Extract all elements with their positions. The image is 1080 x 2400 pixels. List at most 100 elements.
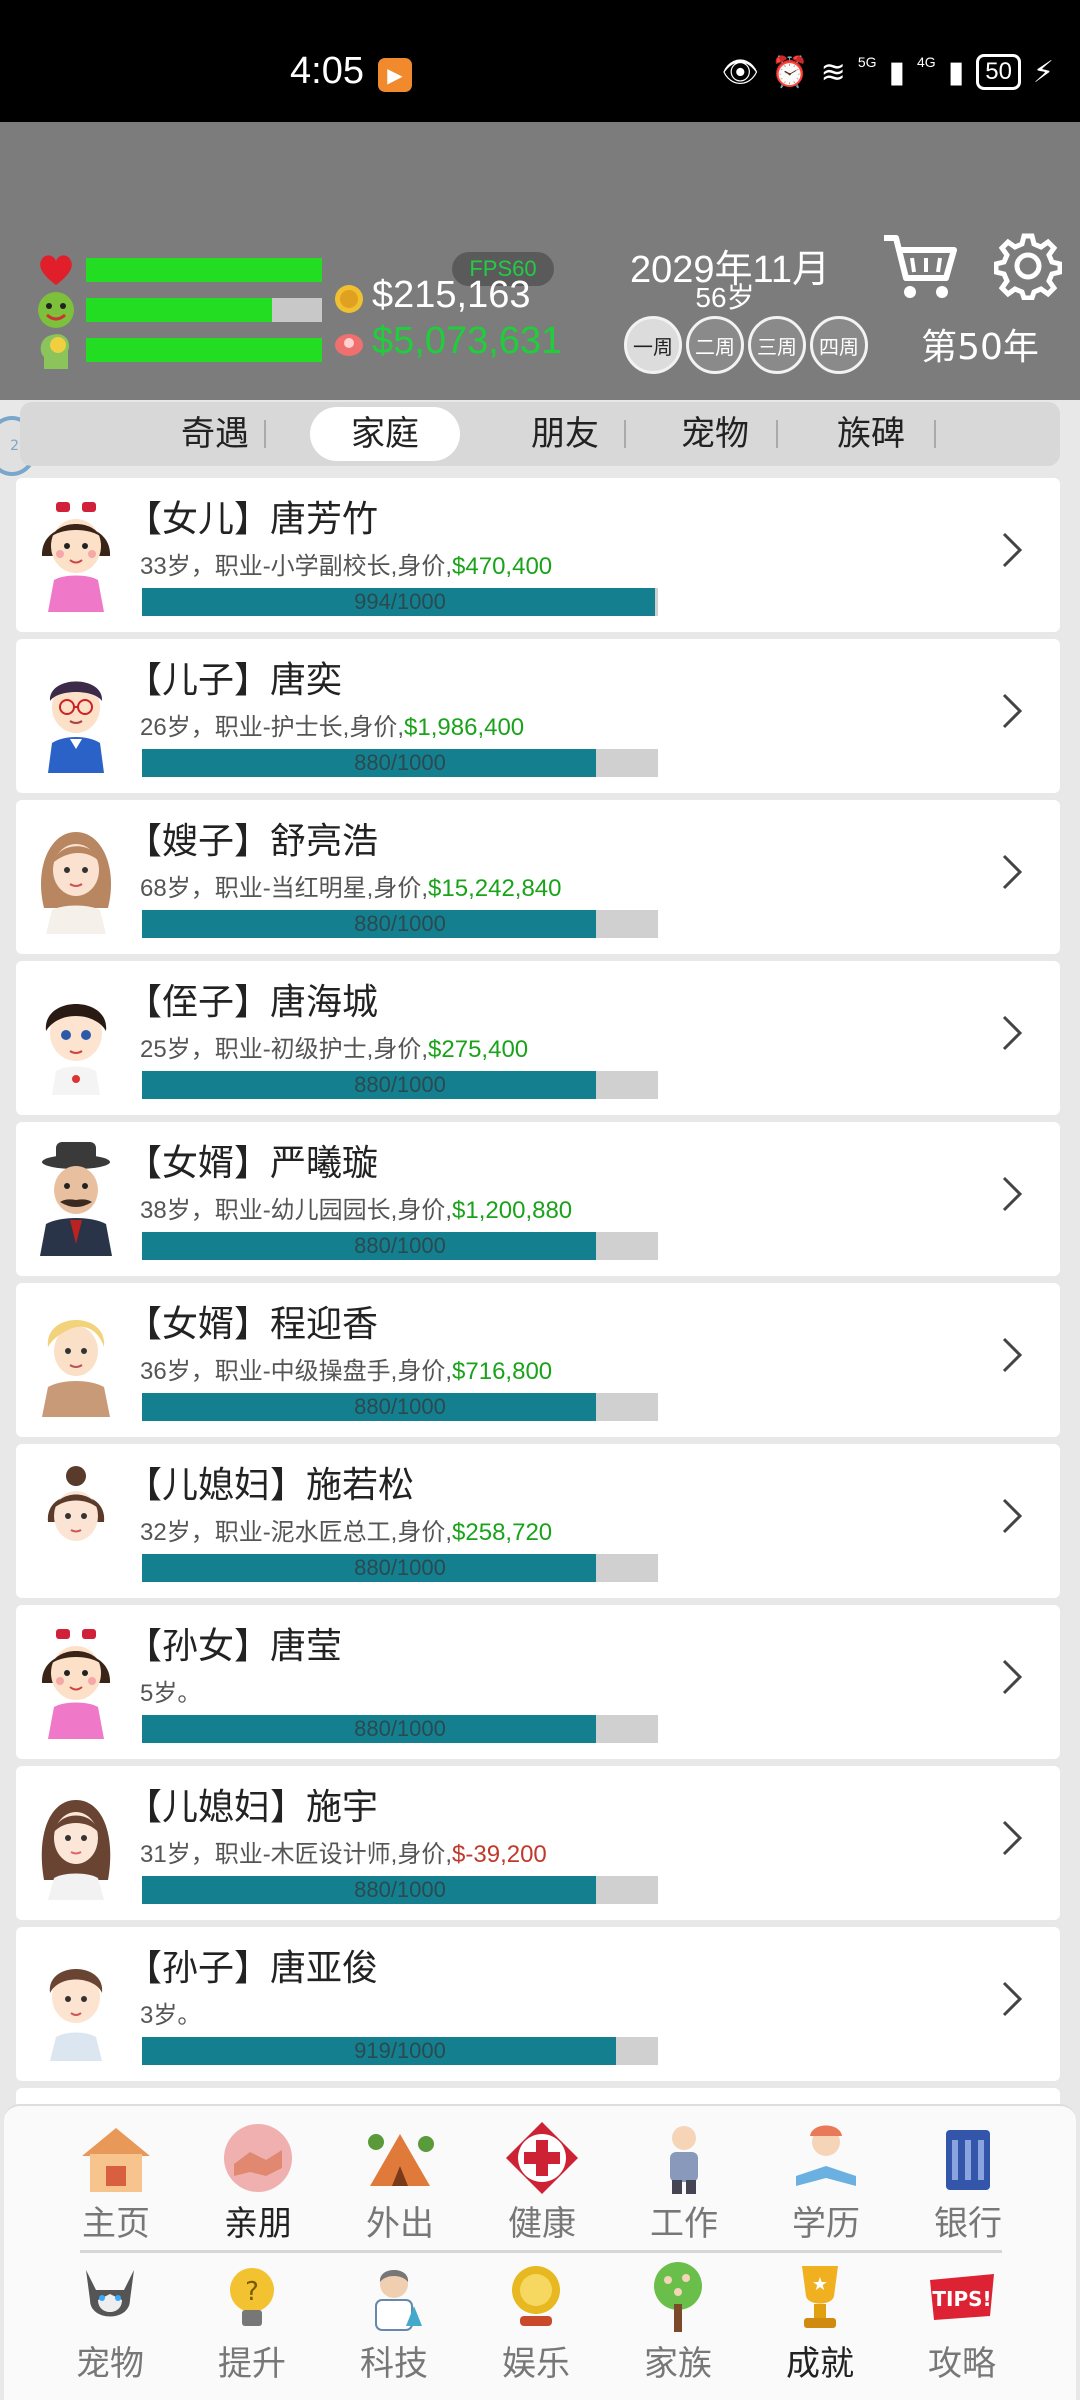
chevron-right-icon[interactable]	[1000, 1977, 1024, 2021]
relationship-bar: 994/1000	[142, 588, 658, 616]
family-member-card[interactable]: 【孙子】唐亚俊 3岁。 919/1000	[16, 1927, 1060, 2081]
woman-long-hair-avatar-icon	[41, 1800, 111, 1900]
bank-icon	[946, 2130, 990, 2190]
member-details: 32岁，职业-泥水匠总工,身价,	[140, 1519, 453, 1546]
health-bar	[86, 258, 322, 282]
tab-divider	[264, 420, 266, 448]
family-member-card[interactable]: 【儿媳妇】施宇 31岁，职业-木匠设计师,身价,$-39,200 880/100…	[16, 1766, 1060, 1920]
nav-achievements[interactable]: ★ 成就	[760, 2254, 880, 2384]
member-details: 33岁，职业-小学副校长,身价,	[140, 553, 453, 580]
nav-work[interactable]: 工作	[624, 2114, 744, 2244]
chevron-right-icon[interactable]	[1000, 1011, 1024, 1055]
girl-avatar-icon	[41, 1629, 111, 1739]
member-name: 【女婿】程迎香	[126, 1304, 379, 1345]
member-name: 【儿子】唐奕	[126, 660, 343, 701]
nav-label: 健康	[508, 2204, 576, 2244]
relationship-value: 880/1000	[354, 911, 446, 936]
tab-clan-tablet[interactable]: 族碑	[796, 402, 946, 466]
member-name: 【孙女】唐莹	[126, 1626, 343, 1667]
girl-avatar-icon	[41, 502, 111, 612]
chevron-right-icon[interactable]	[1000, 1816, 1024, 1860]
status-time: 4:05	[290, 50, 364, 92]
nav-friends-family[interactable]: 亲朋	[198, 2114, 318, 2244]
nav-improve[interactable]: ? 提升	[192, 2254, 312, 2384]
tab-family[interactable]: 家庭	[310, 407, 460, 461]
house-icon	[82, 2128, 150, 2192]
family-member-card[interactable]: 【嫂子】舒亮浩 68岁，职业-当红明星,身价,$15,242,840 880/1…	[16, 800, 1060, 954]
heart-icon	[36, 250, 76, 290]
family-member-card[interactable]: 【儿子】唐奕 26岁，职业-护士长,身价,$1,986,400 880/1000	[16, 639, 1060, 793]
family-member-card[interactable]: 【女儿】唐芳竹 33岁，职业-小学副校长,身价,$470,400 994/100…	[16, 478, 1060, 632]
week-selector: 一周 二周 三周 四周	[624, 316, 868, 374]
happiness-bar	[86, 298, 322, 322]
woman-avatar-icon	[40, 832, 112, 934]
boy-avatar-icon	[45, 1004, 107, 1095]
member-details: 26岁，职业-护士长,身价,	[140, 714, 405, 741]
cart-icon[interactable]	[880, 228, 960, 308]
happiness-stat	[36, 290, 322, 330]
tips-icon: TIPS!	[930, 2274, 994, 2320]
family-member-card[interactable]: 【女婿】程迎香 36岁，职业-中级操盘手,身价,$716,800 880/100…	[16, 1283, 1060, 1437]
intelligence-bar	[86, 338, 322, 362]
svg-text:TIPS!: TIPS!	[932, 2287, 991, 2311]
nav-education[interactable]: 学历	[766, 2114, 886, 2244]
member-net-worth: $1,200,880	[452, 1197, 573, 1224]
week-button-1[interactable]: 一周	[624, 316, 682, 374]
member-net-worth: $258,720	[452, 1519, 553, 1546]
nav-home[interactable]: 主页	[56, 2114, 176, 2244]
chevron-right-icon[interactable]	[1000, 1494, 1024, 1538]
tab-friends[interactable]: 朋友	[490, 402, 640, 466]
family-member-card[interactable]: 【侄子】唐海城 25岁，职业-初级护士,身价,$275,400 880/1000	[16, 961, 1060, 1115]
family-member-card[interactable]: 【女婿】严曦璇 38岁，职业-幼儿园园长,身价,$1,200,880 880/1…	[16, 1122, 1060, 1276]
relationship-bar: 880/1000	[142, 1554, 658, 1582]
chevron-right-icon[interactable]	[1000, 850, 1024, 894]
week-button-4[interactable]: 四周	[810, 316, 868, 374]
chevron-right-icon[interactable]	[1000, 689, 1024, 733]
member-net-worth: $-39,200	[452, 1841, 547, 1868]
member-info: 38岁，职业-幼儿园园长,身价,$1,200,880	[140, 1190, 572, 1225]
member-info: 33岁，职业-小学副校长,身价,$470,400	[140, 546, 552, 581]
chevron-right-icon[interactable]	[1000, 1333, 1024, 1377]
family-member-card[interactable]: 【儿媳妇】施若松 32岁，职业-泥水匠总工,身价,$258,720 880/10…	[16, 1444, 1060, 1598]
nav-entertainment[interactable]: 娱乐	[476, 2254, 596, 2384]
nav-label: 成就	[786, 2344, 854, 2384]
nav-outing[interactable]: 外出	[340, 2114, 460, 2244]
nav-label: 外出	[366, 2204, 434, 2244]
nav-technology[interactable]: 科技	[334, 2254, 454, 2384]
member-net-worth: $275,400	[428, 1036, 529, 1063]
nav-divider	[80, 2250, 1002, 2253]
chevron-right-icon[interactable]	[1000, 1172, 1024, 1216]
tab-pets[interactable]: 宠物	[640, 402, 790, 466]
relationship-value: 880/1000	[354, 1394, 446, 1419]
nav-pets[interactable]: 宠物	[50, 2254, 170, 2384]
nav-health[interactable]: 健康	[482, 2114, 602, 2244]
member-name: 【女儿】唐芳竹	[126, 499, 379, 540]
nav-clan[interactable]: 家族	[618, 2254, 738, 2384]
nav-label: 科技	[360, 2344, 428, 2384]
bottom-navigation: 主页 亲朋 外出 健康 工作 学历 银行 宠物 ? 提升 科技 娱乐 家族 ★ …	[4, 2104, 1076, 2400]
week-button-2[interactable]: 二周	[686, 316, 744, 374]
nav-guide[interactable]: TIPS! 攻略	[902, 2254, 1022, 2384]
member-details: 5岁。	[140, 1680, 202, 1707]
nav-label: 宠物	[76, 2344, 144, 2384]
member-info: 36岁，职业-中级操盘手,身价,$716,800	[140, 1351, 552, 1386]
chevron-right-icon[interactable]	[1000, 528, 1024, 572]
wifi-icon: ≋	[820, 54, 846, 90]
status-icons: 👁 ⏰ ≋ 5G ▮ 4G ▮ 50 ⚡	[721, 54, 1054, 90]
relationship-value: 880/1000	[354, 1877, 446, 1902]
woman-bun-avatar-icon	[46, 1466, 106, 1578]
tab-encounters[interactable]: 奇遇	[140, 402, 290, 466]
chevron-right-icon[interactable]	[1000, 1655, 1024, 1699]
gear-icon[interactable]	[994, 232, 1062, 300]
relationship-bar: 880/1000	[142, 1876, 658, 1904]
member-details: 68岁，职业-当红明星,身价,	[140, 875, 429, 902]
member-net-worth: $1,986,400	[404, 714, 525, 741]
signal-icon: ▮	[888, 54, 906, 90]
member-net-worth: $470,400	[452, 553, 553, 580]
family-member-card[interactable]: 【孙女】唐莹 5岁。 880/1000	[16, 1605, 1060, 1759]
member-name: 【孙子】唐亚俊	[126, 1948, 379, 1989]
nav-bank[interactable]: 银行	[908, 2114, 1028, 2244]
relationship-bar: 919/1000	[142, 2037, 658, 2065]
week-button-3[interactable]: 三周	[748, 316, 806, 374]
little-boy-avatar-icon	[49, 1969, 103, 2061]
